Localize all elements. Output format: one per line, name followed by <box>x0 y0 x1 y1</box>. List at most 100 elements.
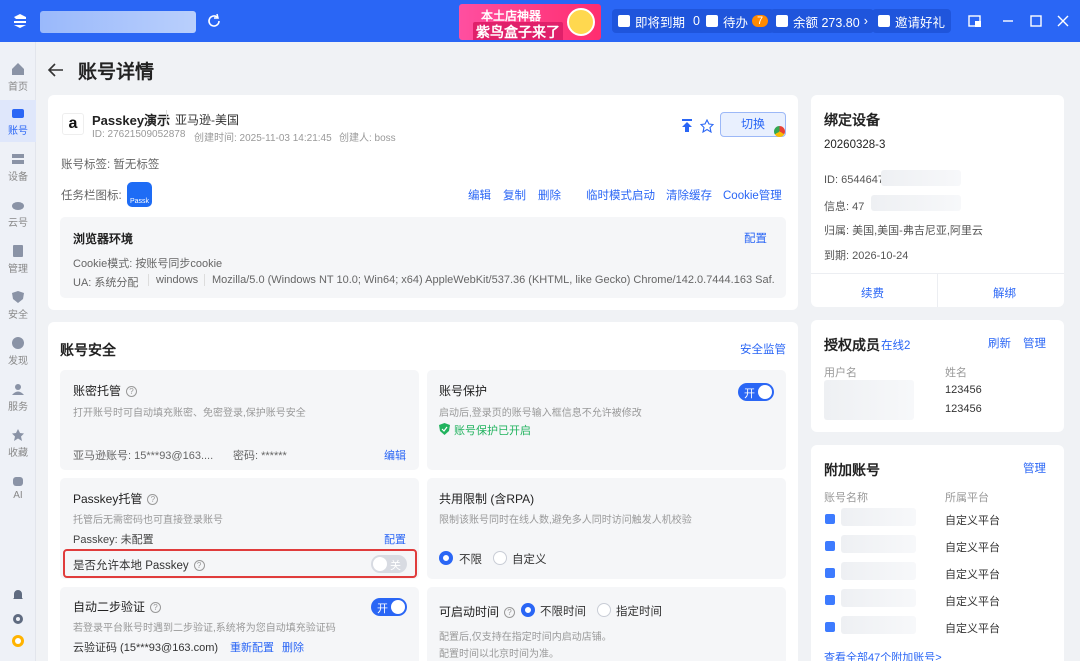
members-manage-link[interactable]: 管理 <box>1023 335 1046 351</box>
device-expire: 到期: 2026-10-24 <box>824 250 909 262</box>
bell-icon[interactable] <box>11 588 25 602</box>
unbind-button[interactable]: 解绑 <box>993 285 1016 301</box>
local-passkey-row: 是否允许本地 Passkey? 关 <box>63 549 417 578</box>
amazon-account-text: 亚马逊账号: 15***93@163.... <box>73 450 214 462</box>
passkey-config-link[interactable]: 配置 <box>384 531 406 547</box>
extra-title: 附加账号 <box>824 462 880 478</box>
reconfig-link[interactable]: 重新配置 <box>230 639 274 655</box>
account-type-icon <box>825 568 835 578</box>
todo-icon <box>706 15 718 27</box>
security-monitor-link[interactable]: 安全监管 <box>740 341 786 357</box>
passkey-box-desc: 托管后无需密码也可直接登录账号 <box>73 515 223 526</box>
device-id: ID: 6544647 <box>824 174 884 186</box>
security-card: 账号安全 安全监管 账密托管? 打开账号时可自动填充账密、免密登录,保护账号安全… <box>48 322 798 661</box>
help-icon: ? <box>504 607 516 618</box>
share-custom-radio[interactable] <box>493 551 507 565</box>
service-icon <box>12 384 24 395</box>
calendar-icon <box>618 15 630 27</box>
renew-button[interactable]: 续费 <box>861 285 884 301</box>
extra-platform: 自定义平台 <box>945 596 1000 608</box>
sidebar-item-home[interactable]: 首页 <box>0 56 36 98</box>
sidebar-item-service[interactable]: 服务 <box>0 376 36 418</box>
protect-toggle[interactable]: 开 <box>738 383 774 401</box>
sidebar-item-discover[interactable]: 发现 <box>0 330 36 372</box>
extra-manage-link[interactable]: 管理 <box>1023 460 1046 476</box>
cloud-icon <box>12 202 24 210</box>
browser-env-config-link[interactable]: 配置 <box>744 230 767 246</box>
ua-os: windows <box>156 274 199 286</box>
shield-check-icon <box>439 423 450 435</box>
expiring-button[interactable]: 即将到期 0 <box>612 9 706 33</box>
taskbar-app-icon[interactable]: Passk <box>127 182 152 207</box>
close-icon[interactable] <box>1055 13 1071 29</box>
extra-col-name: 账号名称 <box>824 492 868 504</box>
invite-label: 邀请好礼 <box>895 15 946 30</box>
balance-button[interactable]: 余额 273.80 › <box>770 9 874 33</box>
members-online: 在线2 <box>881 340 911 352</box>
star-icon[interactable] <box>700 119 714 133</box>
todo-button[interactable]: 待办 7 <box>700 9 775 33</box>
launch-time-box: 可启动时间? 不限时间 指定时间 配置后,仅支持在指定时间内启动店铺。 配置时间… <box>427 587 786 661</box>
sidebar-item-security[interactable]: 安全 <box>0 284 36 326</box>
time-specified-radio[interactable] <box>597 603 611 617</box>
edit-link[interactable]: 编辑 <box>468 187 491 203</box>
sidebar-item-account[interactable]: 账号 <box>0 100 36 142</box>
address-bar[interactable] <box>40 11 196 33</box>
account-tags: 账号标签: 暂无标签 <box>61 159 160 171</box>
account-type-icon <box>825 514 835 524</box>
password-text: 密码: ****** <box>233 450 287 462</box>
minimize-icon[interactable] <box>1000 13 1016 29</box>
sidebar-item-manage[interactable]: 管理 <box>0 238 36 280</box>
promo-line2: 紫鸟盒子来了 <box>473 22 563 40</box>
ua-label: UA: 系统分配 <box>73 277 139 289</box>
sidebar: 首页 账号 设备 云号 管理 安全 发现 服务 收藏 AI <box>0 42 36 661</box>
twofa-toggle[interactable]: 开 <box>371 598 407 616</box>
local-passkey-toggle[interactable]: 关 <box>371 555 407 573</box>
gift-icon <box>878 15 890 27</box>
maximize-icon[interactable] <box>1028 13 1044 29</box>
pin-top-icon[interactable] <box>681 119 693 133</box>
local-passkey-label: 是否允许本地 Passkey? <box>73 557 205 573</box>
sidebar-item-cloud[interactable]: 云号 <box>0 192 36 234</box>
app-logo-icon <box>14 14 26 28</box>
password-edit-link[interactable]: 编辑 <box>384 447 406 463</box>
copy-link[interactable]: 复制 <box>503 187 526 203</box>
promo-banner[interactable]: 本土店神器 紫鸟盒子来了 <box>459 4 601 40</box>
help-icon: ? <box>193 560 205 571</box>
taskbar-icon-label: 任务栏图标: <box>61 190 122 202</box>
clear-cache-link[interactable]: 清除缓存 <box>666 187 712 203</box>
account-created: 创建时间: 2025-11-03 14:21:45 <box>194 133 332 144</box>
invite-button[interactable]: 邀请好礼 <box>872 9 952 33</box>
twofa-delete-link[interactable]: 删除 <box>282 639 304 655</box>
compass-icon <box>12 337 24 349</box>
view-all-extra-link[interactable]: 查看全部47个附加账号> <box>824 649 942 661</box>
support-icon[interactable] <box>11 634 25 648</box>
member-name: 123456 <box>945 403 982 415</box>
time-unlimited-radio[interactable] <box>521 603 535 617</box>
ai-icon <box>13 477 23 486</box>
chevron-right-icon: › <box>863 14 868 28</box>
extra-accounts-card: 附加账号 管理 账号名称 所属平台 自定义平台 自定义平台 自定义平台 自定义平… <box>811 445 1064 661</box>
expiring-label: 即将到期 <box>635 15 686 30</box>
refresh-icon[interactable] <box>206 13 222 29</box>
sidebar-item-ai[interactable]: AI <box>0 468 36 510</box>
time-unlimited-label: 不限时间 <box>540 606 586 618</box>
password-box: 账密托管? 打开账号时可自动填充账密、免密登录,保护账号安全 亚马逊账号: 15… <box>60 370 419 470</box>
extra-account-redacted <box>841 508 916 526</box>
settings-icon[interactable] <box>11 612 25 626</box>
temp-launch-link[interactable]: 临时模式启动 <box>586 187 655 203</box>
account-type-icon <box>825 595 835 605</box>
members-refresh-link[interactable]: 刷新 <box>988 335 1011 351</box>
help-icon: ? <box>147 494 159 505</box>
pin-window-icon[interactable] <box>967 13 983 29</box>
share-unlimited-radio[interactable] <box>439 551 453 565</box>
cookie-manage-link[interactable]: Cookie管理 <box>723 187 782 203</box>
title-bar: 本土店神器 紫鸟盒子来了 即将到期 0 待办 7 余额 273.80 › 邀请好… <box>0 0 1080 42</box>
help-icon: ? <box>126 386 138 397</box>
delete-link[interactable]: 删除 <box>538 187 561 203</box>
browser-env-title: 浏览器环境 <box>73 232 134 246</box>
account-type-icon <box>825 541 835 551</box>
sidebar-item-device[interactable]: 设备 <box>0 146 36 188</box>
sidebar-item-favorites[interactable]: 收藏 <box>0 422 36 464</box>
back-arrow-icon[interactable] <box>46 60 66 80</box>
